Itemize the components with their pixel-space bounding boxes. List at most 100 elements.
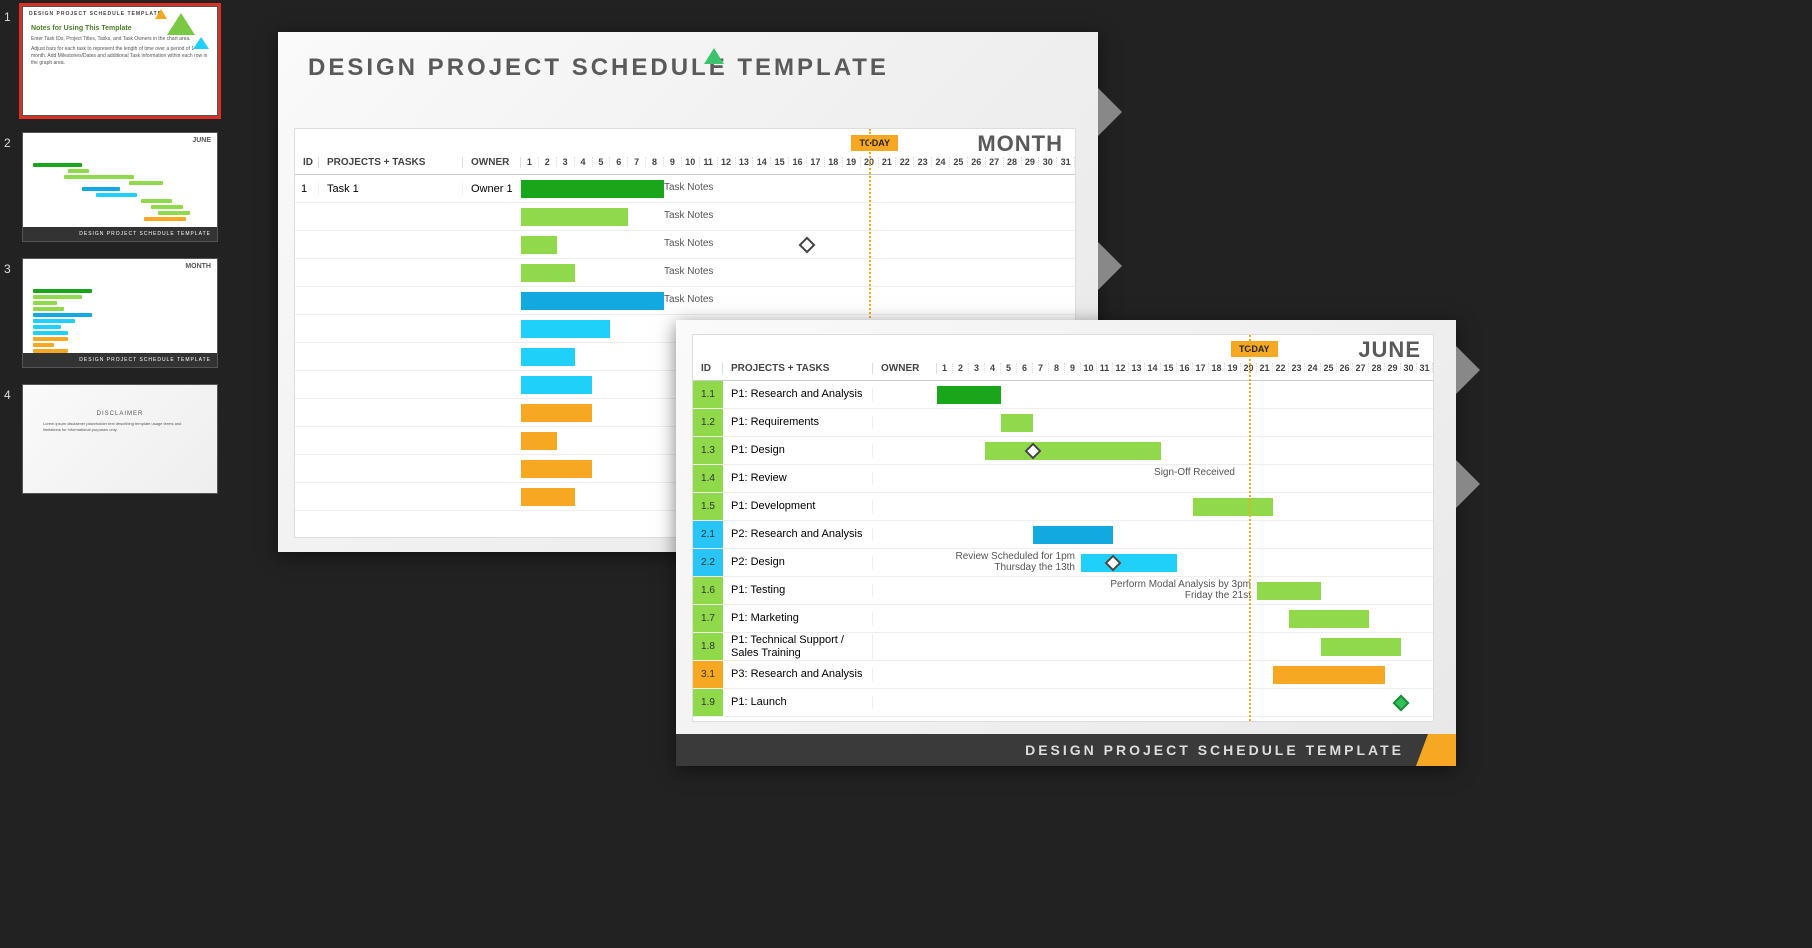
day-header: 13	[1129, 363, 1145, 373]
task-bar[interactable]	[1273, 666, 1385, 684]
day-header: 22	[1273, 363, 1289, 373]
row-project: P1: Marketing	[723, 612, 873, 624]
task-note: Review Scheduled for 1pm Thursday the 13…	[937, 551, 1075, 573]
day-header: 21	[1257, 363, 1273, 373]
thumbnail-bars	[33, 163, 207, 223]
task-bar[interactable]	[521, 292, 664, 310]
task-bar[interactable]	[1001, 414, 1033, 432]
thumbnail-preview: DESIGN PROJECT SCHEDULE TEMPLATE Notes f…	[22, 6, 218, 116]
bar-area	[937, 521, 1433, 548]
thumbnail-body: Lorem ipsum disclaimer placeholder text …	[43, 421, 197, 433]
task-bar[interactable]	[521, 264, 575, 282]
task-bar[interactable]	[521, 404, 592, 422]
day-header: 6	[1017, 363, 1033, 373]
thumbnail-number: 3	[4, 258, 22, 368]
thumbnail-title: DISCLAIMER	[23, 407, 217, 421]
bar-area: Sign-Off Received	[937, 465, 1433, 492]
triangle-icon	[704, 48, 724, 64]
gantt-row: Task Notes	[295, 259, 1075, 287]
day-header: 28	[1369, 363, 1385, 373]
day-header: 10	[682, 157, 700, 167]
thumbnail-bars	[33, 289, 207, 349]
day-header: 2	[539, 157, 557, 167]
day-header: 1	[521, 157, 539, 167]
row-id-chip: 1.2	[693, 409, 723, 436]
day-header: 19	[1225, 363, 1241, 373]
gantt-row: 1.2P1: Requirements	[693, 409, 1433, 437]
task-bar[interactable]	[521, 208, 628, 226]
thumbnail-footer: DESIGN PROJECT SCHEDULE TEMPLATE	[23, 353, 217, 367]
task-bar[interactable]	[1289, 610, 1369, 628]
thumbnail-preview: JUNE DESIGN PROJECT SCHEDULE TEMPLATE	[22, 132, 218, 242]
day-header: 15	[771, 157, 789, 167]
task-bar[interactable]	[521, 460, 592, 478]
day-header: 9	[664, 157, 682, 167]
task-bar[interactable]	[1033, 526, 1113, 544]
task-bar[interactable]	[1321, 638, 1401, 656]
col-id: ID	[295, 157, 319, 168]
row-project: P1: Research and Analysis	[723, 388, 873, 400]
task-bar[interactable]	[521, 488, 575, 506]
task-note: Task Notes	[664, 210, 713, 221]
task-bar[interactable]	[521, 320, 610, 338]
row-project: P1: Design	[723, 444, 873, 456]
day-header: 27	[1353, 363, 1369, 373]
task-bar[interactable]	[1081, 554, 1177, 572]
day-header: 15	[1161, 363, 1177, 373]
task-bar[interactable]	[985, 442, 1161, 460]
day-header: 3	[969, 363, 985, 373]
row-project: P2: Research and Analysis	[723, 528, 873, 540]
row-project: P1: Review	[723, 472, 873, 484]
task-bar[interactable]	[521, 348, 575, 366]
col-id: ID	[693, 363, 723, 374]
col-projects: PROJECTS + TASKS	[319, 157, 463, 168]
today-line	[1249, 335, 1251, 721]
slide-thumbnail-3[interactable]: 3 MONTH DESIGN PROJECT SCHEDULE TEMPLATE	[4, 258, 232, 368]
bar-area: Task Notes	[521, 203, 1075, 230]
task-bar[interactable]	[521, 180, 664, 198]
task-bar[interactable]	[937, 386, 1001, 404]
bar-area	[937, 661, 1433, 688]
day-header: 16	[789, 157, 807, 167]
row-project: P1: Launch	[723, 696, 873, 708]
thumbnail-number: 1	[4, 6, 22, 116]
gantt-row: 1.5P1: Development	[693, 493, 1433, 521]
slide-preview-front[interactable]: JUNE TODAY ID PROJECTS + TASKS OWNER 123…	[676, 320, 1456, 766]
gantt-row: 1.8P1: Technical Support / Sales Trainin…	[693, 633, 1433, 661]
task-bar[interactable]	[521, 432, 557, 450]
bar-area	[937, 409, 1433, 436]
task-bar[interactable]	[521, 236, 557, 254]
gantt-row: 2.1P2: Research and Analysis	[693, 521, 1433, 549]
row-id-chip: 1.8	[693, 633, 723, 660]
day-header: 18	[825, 157, 843, 167]
day-header: 4	[985, 363, 1001, 373]
row-project: Task 1	[319, 183, 463, 195]
slide-footer: DESIGN PROJECT SCHEDULE TEMPLATE	[676, 734, 1456, 766]
slide-thumbnail-1[interactable]: 1 DESIGN PROJECT SCHEDULE TEMPLATE Notes…	[4, 6, 232, 116]
day-header: 4	[575, 157, 593, 167]
notch-icon	[1456, 460, 1480, 508]
slide-thumbnail-4[interactable]: 4 DISCLAIMER Lorem ipsum disclaimer plac…	[4, 384, 232, 494]
gantt-month-label: MONTH	[977, 131, 1063, 157]
row-project: P3: Research and Analysis	[723, 668, 873, 680]
task-note: Task Notes	[664, 238, 713, 249]
day-header: 23	[914, 157, 932, 167]
bar-area: Task Notes	[521, 231, 1075, 258]
day-header: 24	[1305, 363, 1321, 373]
day-header: 17	[807, 157, 825, 167]
gantt-month-label: JUNE	[1358, 337, 1421, 363]
triangle-icon	[193, 37, 209, 49]
task-note: Task Notes	[664, 182, 713, 193]
day-header: 8	[646, 157, 664, 167]
task-bar[interactable]	[521, 376, 592, 394]
thumbnail-number: 4	[4, 384, 22, 494]
day-header: 26	[1337, 363, 1353, 373]
gantt-row: 1Task 1Owner 1Task Notes	[295, 175, 1075, 203]
gantt-row: 1.4P1: ReviewSign-Off Received	[693, 465, 1433, 493]
slide-thumbnail-2[interactable]: 2 JUNE DESIGN PROJECT SCHEDULE TEMPLATE	[4, 132, 232, 242]
editor-canvas[interactable]: DESIGN PROJECT SCHEDULE TEMPLATE MONTH T…	[260, 0, 1812, 948]
bar-area	[937, 689, 1433, 716]
triangle-icon	[155, 9, 167, 19]
task-bar[interactable]	[1193, 498, 1273, 516]
task-bar[interactable]	[1257, 582, 1321, 600]
